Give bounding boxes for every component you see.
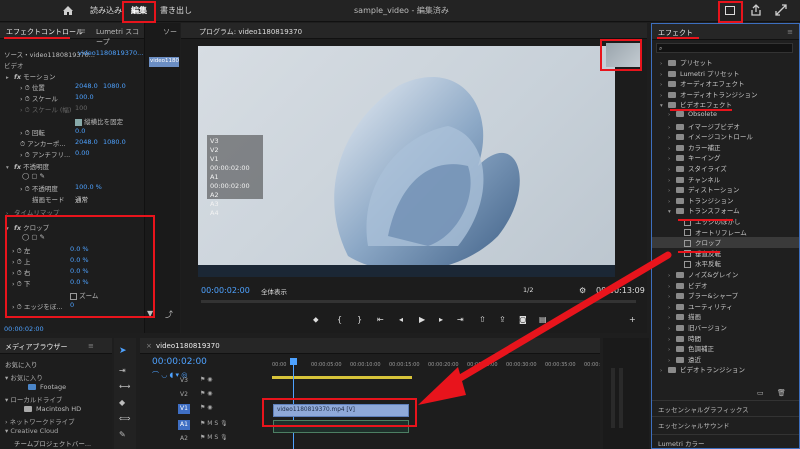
annotation-arrow <box>418 251 672 405</box>
